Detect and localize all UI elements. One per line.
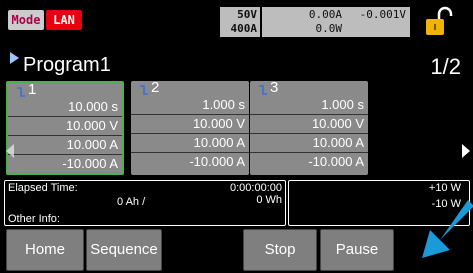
home-button[interactable]: Home bbox=[6, 229, 84, 271]
elapsed-time-label: Elapsed Time: bbox=[8, 182, 78, 194]
pointer-arrow-icon bbox=[422, 200, 473, 258]
rating-voltage: 50V bbox=[237, 8, 257, 21]
program-name: Program1 bbox=[23, 54, 111, 76]
other-info-label: Other Info: bbox=[8, 213, 60, 225]
measured-voltage: -0.001V bbox=[359, 8, 406, 21]
step-number: 1 bbox=[28, 81, 37, 98]
rating-panel: 50V 400A bbox=[220, 7, 260, 37]
power-upper-value: +10 W bbox=[428, 182, 461, 194]
step-current-lower: -10.000 A bbox=[62, 156, 118, 171]
step-ramp-icon bbox=[259, 85, 267, 95]
scroll-right-icon[interactable] bbox=[462, 144, 470, 158]
step-card-2[interactable]: 2 1.000 s 10.000 V 10.000 A -10.000 A bbox=[131, 79, 249, 175]
stop-button[interactable]: Stop bbox=[243, 229, 317, 271]
step-voltage: 10.000 V bbox=[131, 115, 249, 134]
wh-value: 0 Wh bbox=[256, 194, 282, 206]
program-title: Program1 bbox=[10, 52, 111, 77]
measured-current: 0.00A bbox=[308, 8, 342, 21]
pause-button[interactable]: Pause bbox=[320, 229, 394, 271]
step-current-upper: 10.000 A bbox=[131, 134, 249, 153]
step-current-lower: -10.000 A bbox=[308, 154, 364, 169]
step-current-lower: -10.000 A bbox=[189, 154, 245, 169]
measured-power: 0.0W bbox=[315, 22, 343, 35]
sequence-button[interactable]: Sequence bbox=[86, 229, 162, 271]
step-ramp-icon bbox=[140, 85, 148, 95]
step-current-upper: 10.000 A bbox=[250, 134, 368, 153]
unlock-icon[interactable] bbox=[424, 6, 454, 38]
status-bar: Mode LAN 50V 400A 0.00A -0.001V 0.0W bbox=[0, 0, 473, 42]
play-triangle-icon bbox=[10, 52, 19, 64]
step-voltage: 10.000 V bbox=[8, 117, 122, 136]
ah-value: 0 Ah / bbox=[117, 196, 146, 208]
step-time: 10.000 s bbox=[8, 98, 122, 117]
step-number: 3 bbox=[270, 79, 279, 96]
measurement-panel: 0.00A -0.001V 0.0W bbox=[262, 7, 410, 37]
mode-badge[interactable]: Mode bbox=[8, 10, 44, 30]
step-time: 1.000 s bbox=[131, 96, 249, 115]
lan-badge: LAN bbox=[46, 10, 82, 30]
step-time: 1.000 s bbox=[250, 96, 368, 115]
elapsed-time-value: 0:00:00:00 bbox=[230, 182, 282, 194]
step-ramp-icon bbox=[17, 87, 25, 97]
step-card-1[interactable]: 1 10.000 s 10.000 V 10.000 A -10.000 A bbox=[6, 81, 124, 175]
page-indicator: 1/2 bbox=[430, 54, 461, 79]
step-voltage: 10.000 V bbox=[250, 115, 368, 134]
elapsed-info-panel: Elapsed Time: 0:00:00:00 0 Ah / 0 Wh Oth… bbox=[4, 180, 286, 226]
step-current-upper: 10.000 A bbox=[8, 136, 122, 155]
step-card-3[interactable]: 3 1.000 s 10.000 V 10.000 A -10.000 A bbox=[250, 79, 368, 175]
rating-current: 400A bbox=[230, 22, 258, 35]
step-number: 2 bbox=[151, 79, 160, 96]
scroll-left-icon[interactable] bbox=[6, 144, 14, 158]
